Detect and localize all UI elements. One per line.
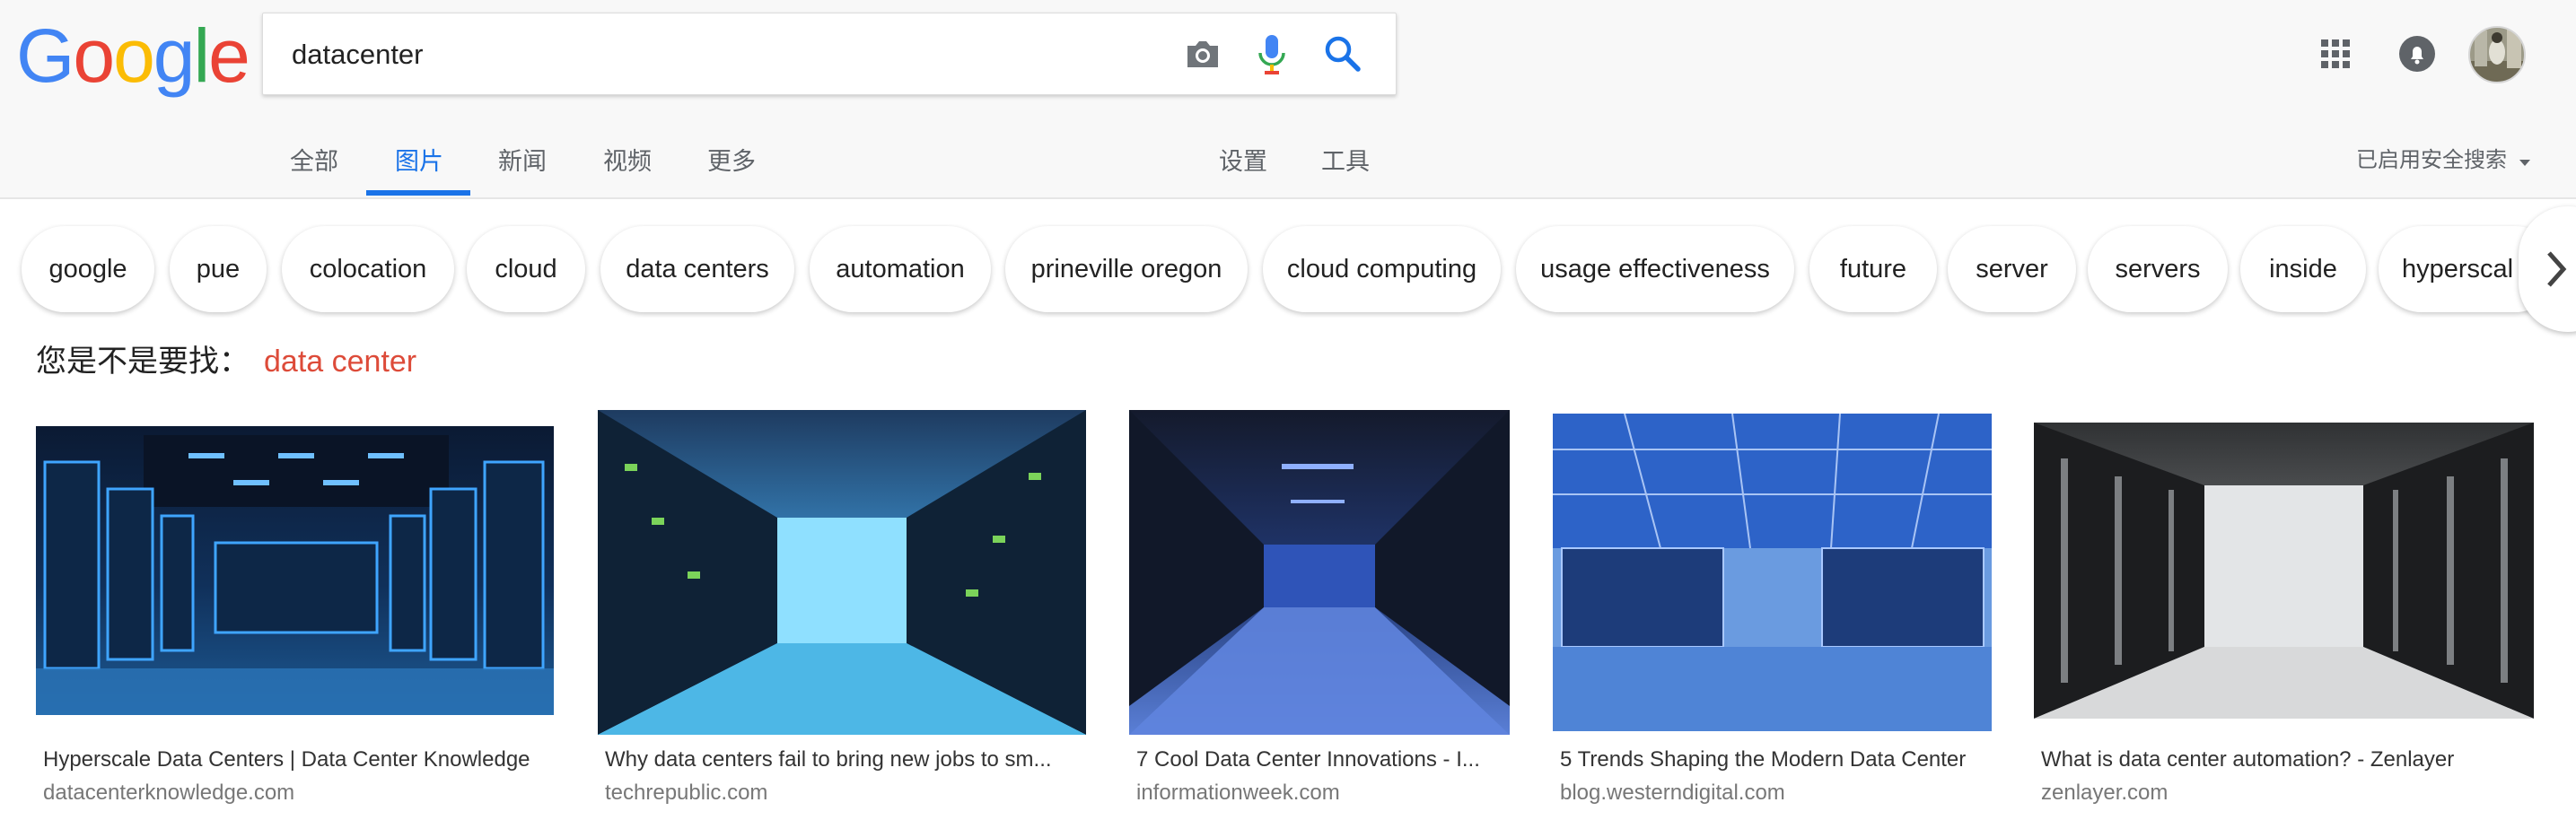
caret-down-icon [2519,149,2531,174]
chip-prineville-oregon[interactable]: prineville oregon [1005,226,1248,312]
chip-pue[interactable]: pue [170,226,267,312]
result-title[interactable]: What is data center automation? - Zenlay… [2041,747,2541,772]
chevron-right-icon [2545,249,2569,293]
result-site[interactable]: informationweek.com [1136,781,1340,806]
result-thumbnail[interactable] [598,410,1086,735]
safe-search-label: 已启用安全搜索 [2356,148,2507,172]
apps-grid-icon[interactable] [2318,36,2353,76]
logo-letter-g2: g [153,13,196,98]
chip-servers[interactable]: servers [2088,226,2228,312]
tab-more[interactable]: 更多 [707,142,756,177]
logo-letter-g: G [16,13,74,98]
tab-all[interactable]: 全部 [290,142,338,177]
chip-automation[interactable]: automation [810,226,991,312]
result-title[interactable]: Why data centers fail to bring new jobs … [605,747,1090,772]
notifications-icon[interactable] [2397,34,2437,78]
did-you-mean-prefix: 您是不是要找： [36,345,250,379]
logo-letter-o2: o [113,13,155,98]
logo-letter-l: l [193,13,211,98]
search-icon[interactable] [1322,33,1363,79]
result-site[interactable]: blog.westerndigital.com [1560,781,1785,806]
tab-videos[interactable]: 视频 [603,142,652,177]
google-logo[interactable]: Google [16,13,250,98]
result-site[interactable]: datacenterknowledge.com [43,781,294,806]
tab-news[interactable]: 新闻 [498,142,547,177]
result-thumbnail[interactable] [1553,414,1992,731]
logo-letter-o1: o [73,13,115,98]
chip-future[interactable]: future [1809,226,1937,312]
settings-link[interactable]: 设置 [1219,142,1267,177]
chip-server[interactable]: server [1948,226,2076,312]
active-tab-indicator [366,190,470,196]
result-title[interactable]: 7 Cool Data Center Innovations - I... [1136,747,1513,772]
chip-usage-effectiveness[interactable]: usage effectiveness [1516,226,1794,312]
result-thumbnail[interactable] [36,426,554,715]
chip-inside[interactable]: inside [2240,226,2366,312]
chip-cloud-computing[interactable]: cloud computing [1263,226,1501,312]
result-site[interactable]: techrepublic.com [605,781,767,806]
result-title[interactable]: Hyperscale Data Centers | Data Center Kn… [43,747,561,772]
tab-images[interactable]: 图片 [395,142,443,177]
header: Google datacenter 全部 图片 新闻 视频 更多 设置 工具 已… [0,0,2576,199]
search-input[interactable] [290,31,1191,78]
did-you-mean: 您是不是要找： data center [36,336,416,380]
tools-link[interactable]: 工具 [1321,142,1370,177]
result-site[interactable]: zenlayer.com [2041,781,2168,806]
avatar[interactable] [2467,25,2527,89]
chip-colocation[interactable]: colocation [282,226,454,312]
search-box [262,13,1397,95]
related-search-chips: google pue colocation cloud data centers… [0,224,2576,318]
result-thumbnail[interactable] [1129,410,1510,735]
microphone-icon[interactable] [1254,31,1290,83]
chip-data-centers[interactable]: data centers [600,226,794,312]
logo-letter-e: e [208,13,250,98]
chip-cloud[interactable]: cloud [467,226,585,312]
result-title[interactable]: 5 Trends Shaping the Modern Data Center [1560,747,1999,772]
did-you-mean-suggestion[interactable]: data center [264,345,416,379]
chip-google[interactable]: google [22,226,154,312]
safe-search-toggle[interactable]: 已启用安全搜索 [2356,142,2531,174]
result-thumbnail[interactable] [2034,423,2534,719]
camera-icon[interactable] [1182,33,1223,79]
